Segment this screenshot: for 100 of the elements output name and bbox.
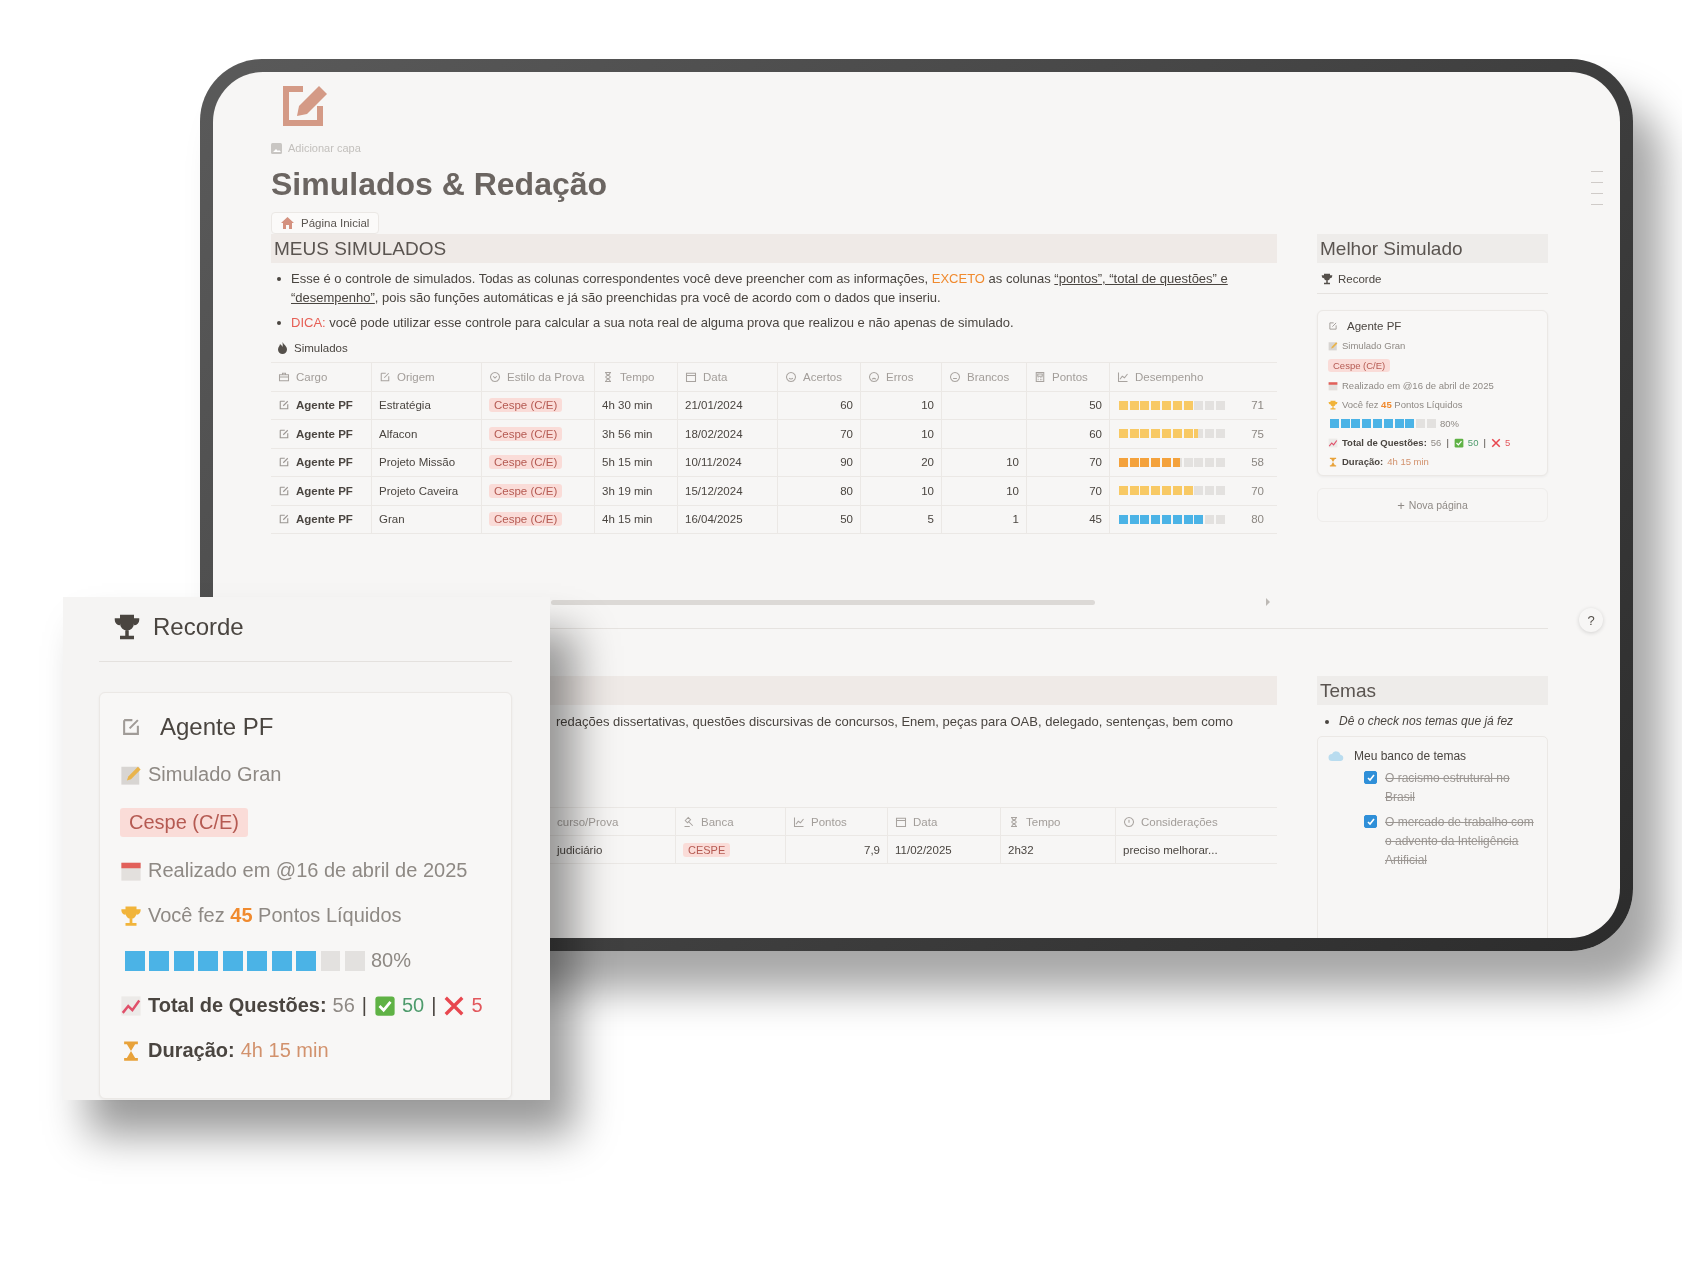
card-title: Agente PF bbox=[160, 713, 274, 741]
edit-icon bbox=[278, 513, 290, 526]
edit-icon bbox=[278, 484, 290, 497]
total-label: Total de Questões: bbox=[148, 994, 327, 1017]
tag: Cespe (C/E) bbox=[120, 808, 249, 837]
home-link-button[interactable]: Página Inicial bbox=[271, 212, 380, 234]
table-cell: 70 bbox=[778, 420, 861, 448]
table-cell: 21/01/2024 bbox=[678, 391, 778, 419]
check-mark-icon bbox=[1453, 437, 1464, 448]
chart-increasing-icon bbox=[1328, 437, 1338, 448]
column-header[interactable]: Data bbox=[703, 370, 728, 383]
row-title[interactable]: Agente PF bbox=[296, 399, 353, 412]
row-title[interactable]: Agente PF bbox=[296, 513, 353, 526]
correct-count: 50 bbox=[402, 994, 425, 1017]
column-header[interactable]: Considerações bbox=[1141, 815, 1218, 828]
table-cell: 5h 15 min bbox=[595, 448, 678, 476]
todo-text: O mercado de trabalho com o advento da Inteligência Artificial bbox=[1385, 814, 1535, 869]
toggle-title[interactable]: Meu banco de temas bbox=[1354, 749, 1467, 763]
table-cell: 18/02/2024 bbox=[678, 420, 778, 448]
column-header[interactable]: Data bbox=[913, 815, 938, 828]
table-cell: Gran bbox=[372, 505, 482, 533]
column-header[interactable]: Erros bbox=[886, 370, 914, 383]
scroll-bar[interactable] bbox=[551, 599, 1095, 605]
briefcase-icon bbox=[278, 370, 290, 383]
section-heading: MEUS SIMULADOS bbox=[271, 234, 1277, 263]
new-page-button[interactable]: + Nova página bbox=[1317, 488, 1548, 522]
view-tab[interactable]: Recorde bbox=[153, 613, 244, 641]
bullet-text: DICA: você pode utilizar esse controle para calcular a sua nota real de alguma prova que realizou e não apenas de simulado. bbox=[291, 314, 1014, 332]
card-title: Agente PF bbox=[1347, 320, 1402, 332]
table-cell: 60 bbox=[778, 391, 861, 419]
column-header[interactable]: Pontos bbox=[811, 815, 847, 828]
table-cell: 90 bbox=[778, 448, 861, 476]
table-cell: 70 bbox=[1027, 448, 1110, 476]
record-card[interactable]: Agente PF Simulado Gran Cespe (C/E) Realizado em @16 de abril de 2025 Você fez 45 Pontos Líquidos 80% Total de Questões: 56 | 50 | 5 Duração: 4h 15 min bbox=[99, 692, 512, 1099]
check-mark-icon bbox=[374, 994, 396, 1017]
wrong-count: 5 bbox=[1504, 437, 1511, 448]
hourglass-icon bbox=[1328, 456, 1338, 467]
column-header[interactable]: Desempenho bbox=[1135, 370, 1204, 383]
tag: Cespe (C/E) bbox=[489, 455, 563, 470]
image-icon bbox=[271, 142, 282, 154]
column-header[interactable]: Tempo bbox=[1026, 815, 1061, 828]
table-cell: 50 bbox=[778, 505, 861, 533]
table-cell: 7,9 bbox=[786, 836, 888, 863]
column-header[interactable]: Tempo bbox=[620, 370, 655, 383]
paragraph: redações dissertativas, questões discursivas de concursos, Enem, peças para OAB, delegado, sentenças, bem como bbox=[556, 714, 1235, 729]
row-title[interactable]: Agente PF bbox=[296, 484, 353, 497]
help-button[interactable]: ? bbox=[1579, 608, 1603, 632]
card-subtitle: Simulado Gran bbox=[1342, 340, 1406, 351]
column-header[interactable]: Cargo bbox=[296, 370, 328, 383]
performance-value: 58 bbox=[1251, 456, 1264, 469]
table-cell-text: preciso melhorar... bbox=[1122, 842, 1219, 858]
record-card[interactable]: Agente PF Simulado Gran Cespe (C/E) Realizado em @16 de abril de 2025 Você fez 45 Pontos Líquidos 80% Total de Questões: 56 | 50 | 5 Duração: 4h 15 min bbox=[1317, 310, 1548, 476]
duration-label: Duração: bbox=[1342, 456, 1384, 467]
edit-icon bbox=[278, 427, 290, 440]
table-cell: 11/02/2025 bbox=[888, 836, 1001, 863]
table-cell: 50 bbox=[1027, 391, 1110, 419]
database-title[interactable]: Simulados bbox=[294, 342, 348, 354]
row-title[interactable]: Agente PF bbox=[296, 456, 353, 469]
hint-text: Dê o check nos temas que já fez bbox=[1339, 714, 1514, 728]
flame-icon bbox=[277, 342, 288, 354]
view-tab[interactable]: Recorde bbox=[1338, 273, 1382, 285]
frown-icon bbox=[868, 370, 880, 383]
column-header[interactable]: Banca bbox=[701, 815, 734, 828]
checkbox[interactable] bbox=[1364, 815, 1377, 828]
tag: Cespe (C/E) bbox=[489, 512, 563, 527]
circle-chevron-icon bbox=[489, 370, 501, 383]
table-cell: 1 bbox=[942, 505, 1027, 533]
table-cell: 3h 19 min bbox=[595, 477, 678, 505]
edit-icon bbox=[278, 456, 290, 469]
chevron-right-icon[interactable] bbox=[1265, 598, 1271, 606]
correct-count: 50 bbox=[1467, 437, 1479, 448]
duration-value: 4h 15 min bbox=[240, 1039, 329, 1062]
table-cell: 45 bbox=[1027, 505, 1110, 533]
table-cell: 10 bbox=[861, 391, 942, 419]
house-icon bbox=[281, 217, 294, 229]
trophy-icon bbox=[113, 613, 141, 641]
table-cell: 5 bbox=[861, 505, 942, 533]
column-header[interactable]: Brancos bbox=[967, 370, 1010, 383]
table-cell: 20 bbox=[861, 448, 942, 476]
chart-increasing-icon bbox=[120, 994, 142, 1017]
tag: Cespe (C/E) bbox=[1328, 359, 1391, 372]
checkbox[interactable] bbox=[1364, 771, 1377, 784]
add-cover-link[interactable]: Adicionar capa bbox=[288, 142, 361, 154]
hourglass-icon bbox=[1008, 815, 1020, 828]
wrong-count: 5 bbox=[471, 994, 483, 1017]
table-cell: 10 bbox=[861, 477, 942, 505]
table-cell: 10 bbox=[861, 420, 942, 448]
column-header[interactable]: Estilo da Prova bbox=[507, 370, 585, 383]
edit-icon bbox=[1328, 321, 1338, 331]
trophy-icon bbox=[1321, 273, 1333, 285]
column-header[interactable]: Pontos bbox=[1052, 370, 1088, 383]
column-header[interactable]: Origem bbox=[397, 370, 435, 383]
column-header[interactable]: Acertos bbox=[803, 370, 842, 383]
table-cell: 10/11/2024 bbox=[678, 448, 778, 476]
table-cell: 2h32 bbox=[1001, 836, 1116, 863]
table-cell: 4h 15 min bbox=[595, 505, 678, 533]
edit-icon bbox=[379, 370, 391, 383]
progress-value: 80% bbox=[1440, 418, 1459, 429]
row-title[interactable]: Agente PF bbox=[296, 427, 353, 440]
table-cell: 15/12/2024 bbox=[678, 477, 778, 505]
